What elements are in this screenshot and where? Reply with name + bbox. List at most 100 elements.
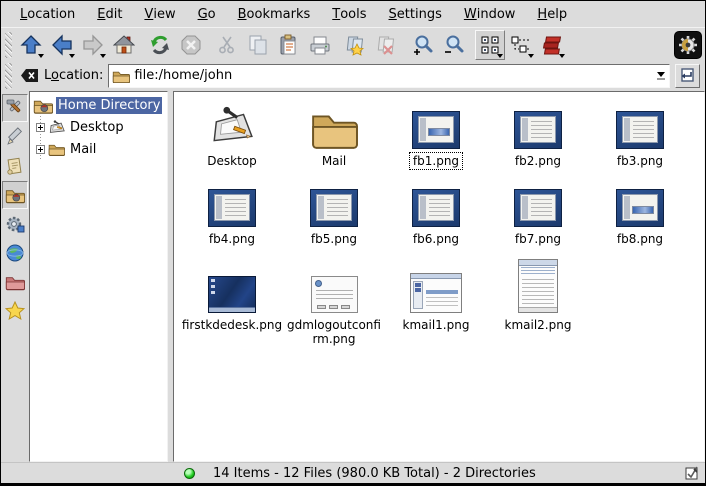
file-item[interactable]: fb7.png [487, 177, 589, 248]
sidebar-history-button[interactable] [2, 152, 28, 180]
print-button[interactable] [305, 30, 335, 60]
image-thumbnail [412, 189, 460, 227]
icon-view-dropdown-arrow[interactable] [497, 54, 503, 58]
location-input[interactable]: file:/home/john [134, 68, 648, 83]
sidebar-bookmarks-button[interactable] [2, 297, 28, 325]
file-label[interactable]: fb1.png [409, 152, 463, 170]
file-item[interactable]: kmail1.png [385, 255, 487, 348]
papers-x-icon [376, 34, 398, 56]
star-icon [5, 301, 25, 321]
file-label[interactable]: fb5.png [307, 230, 361, 248]
file-label[interactable]: firstkdedesk.png [178, 316, 286, 334]
back-dropdown-arrow[interactable] [69, 54, 75, 58]
red-folder-icon [5, 272, 25, 292]
tree-item-label[interactable]: Home Directory [56, 97, 162, 114]
file-label[interactable]: fb2.png [511, 152, 565, 170]
sidebar-pencil-button[interactable] [2, 123, 28, 151]
konqueror-window: Location Edit View Go Bookmarks Tools Se… [0, 0, 706, 486]
tree-item-mail[interactable]: Mail [32, 138, 167, 160]
file-label[interactable]: fb3.png [613, 152, 667, 170]
menu-edit[interactable]: Edit [86, 1, 133, 27]
kde-gear-icon [677, 34, 699, 56]
home-icon [113, 34, 135, 56]
menu-tools[interactable]: Tools [321, 1, 377, 27]
file-label[interactable]: gdmlogoutconfirm.png [281, 316, 387, 348]
file-item[interactable]: gdmlogoutconfirm.png [283, 255, 385, 348]
file-label[interactable]: Mail [318, 152, 350, 170]
multicolumn-view-dropdown-arrow[interactable] [559, 54, 565, 58]
stop-button-disabled[interactable] [176, 30, 206, 60]
tree-item-desktop[interactable]: Desktop [32, 116, 167, 138]
file-item[interactable]: fb1.png [385, 99, 487, 170]
menu-bookmarks[interactable]: Bookmarks [227, 1, 322, 27]
sidebar-network-button[interactable] [2, 239, 28, 267]
up-dropdown-arrow[interactable] [38, 54, 44, 58]
file-icon-view[interactable]: Desktop Mail fb1.png [173, 91, 705, 462]
file-item[interactable]: kmail2.png [487, 255, 589, 348]
menu-go[interactable]: Go [187, 1, 227, 27]
menu-location[interactable]: Location [9, 1, 86, 27]
file-item[interactable]: fb3.png [589, 99, 691, 170]
toolbar-grip[interactable] [5, 32, 12, 58]
file-label[interactable]: fb7.png [511, 230, 565, 248]
menu-help[interactable]: Help [526, 1, 578, 27]
active-view-indicator-icon[interactable] [685, 466, 699, 480]
tree-view-button[interactable] [506, 30, 536, 60]
image-thumbnail [410, 273, 462, 313]
forward-button-disabled[interactable] [78, 30, 108, 60]
clear-location-icon[interactable] [20, 68, 39, 83]
tree-item-label[interactable]: Mail [68, 141, 98, 158]
folder-icon [310, 109, 358, 149]
back-arrow-icon [51, 34, 73, 56]
menu-view[interactable]: View [133, 1, 186, 27]
file-item[interactable]: fb5.png [283, 177, 385, 248]
expand-icon[interactable] [36, 123, 45, 132]
file-label[interactable]: kmail1.png [399, 316, 474, 334]
location-toolbar-grip[interactable] [5, 63, 12, 89]
cut-button-disabled[interactable] [212, 30, 242, 60]
papers-star-button[interactable] [341, 30, 371, 60]
home-button[interactable] [109, 30, 139, 60]
file-item[interactable]: firstkdedesk.png [181, 255, 283, 348]
desktop-icon [209, 105, 255, 149]
back-button[interactable] [47, 30, 77, 60]
file-item[interactable]: fb2.png [487, 99, 589, 170]
file-label[interactable]: fb6.png [409, 230, 463, 248]
sidebar-services-button[interactable] [2, 210, 28, 238]
location-dropdown-button[interactable] [652, 66, 669, 86]
icon-view-button[interactable] [475, 30, 505, 60]
file-item[interactable]: fb4.png [181, 177, 283, 248]
file-label[interactable]: fb4.png [205, 230, 259, 248]
file-item[interactable]: Mail [283, 99, 385, 170]
forward-dropdown-arrow[interactable] [100, 54, 106, 58]
sidebar-home-directory-button[interactable] [2, 181, 28, 209]
paste-button[interactable] [274, 30, 304, 60]
go-button[interactable] [675, 64, 700, 88]
zoom-out-icon [443, 34, 465, 56]
file-item[interactable]: fb8.png [589, 177, 691, 248]
up-button[interactable] [16, 30, 46, 60]
file-item[interactable]: fb6.png [385, 177, 487, 248]
file-label[interactable]: kmail2.png [501, 316, 576, 334]
copy-button-disabled[interactable] [243, 30, 273, 60]
zoom-in-button[interactable] [408, 30, 438, 60]
papers-x-button-disabled[interactable] [372, 30, 402, 60]
tree-view-dropdown-arrow[interactable] [528, 54, 534, 58]
image-thumbnail [616, 189, 664, 227]
expand-icon[interactable] [36, 145, 45, 154]
menu-window[interactable]: Window [453, 1, 527, 27]
menu-settings[interactable]: Settings [378, 1, 453, 27]
zoom-out-button[interactable] [439, 30, 469, 60]
location-combobox[interactable]: file:/home/john [108, 64, 670, 88]
tree-item-home-directory[interactable]: Home Directory [32, 94, 167, 116]
file-item[interactable]: Desktop [181, 99, 283, 170]
tree-item-label[interactable]: Desktop [68, 119, 126, 136]
gear-services-icon [5, 214, 25, 234]
file-label[interactable]: fb8.png [613, 230, 667, 248]
sidebar-root-folder-button[interactable] [2, 268, 28, 296]
file-label[interactable]: Desktop [203, 152, 261, 170]
multicolumn-view-button[interactable] [537, 30, 567, 60]
sidebar-configure-button[interactable] [2, 94, 28, 122]
konqueror-logo-button[interactable] [674, 31, 702, 59]
reload-button[interactable] [145, 30, 175, 60]
